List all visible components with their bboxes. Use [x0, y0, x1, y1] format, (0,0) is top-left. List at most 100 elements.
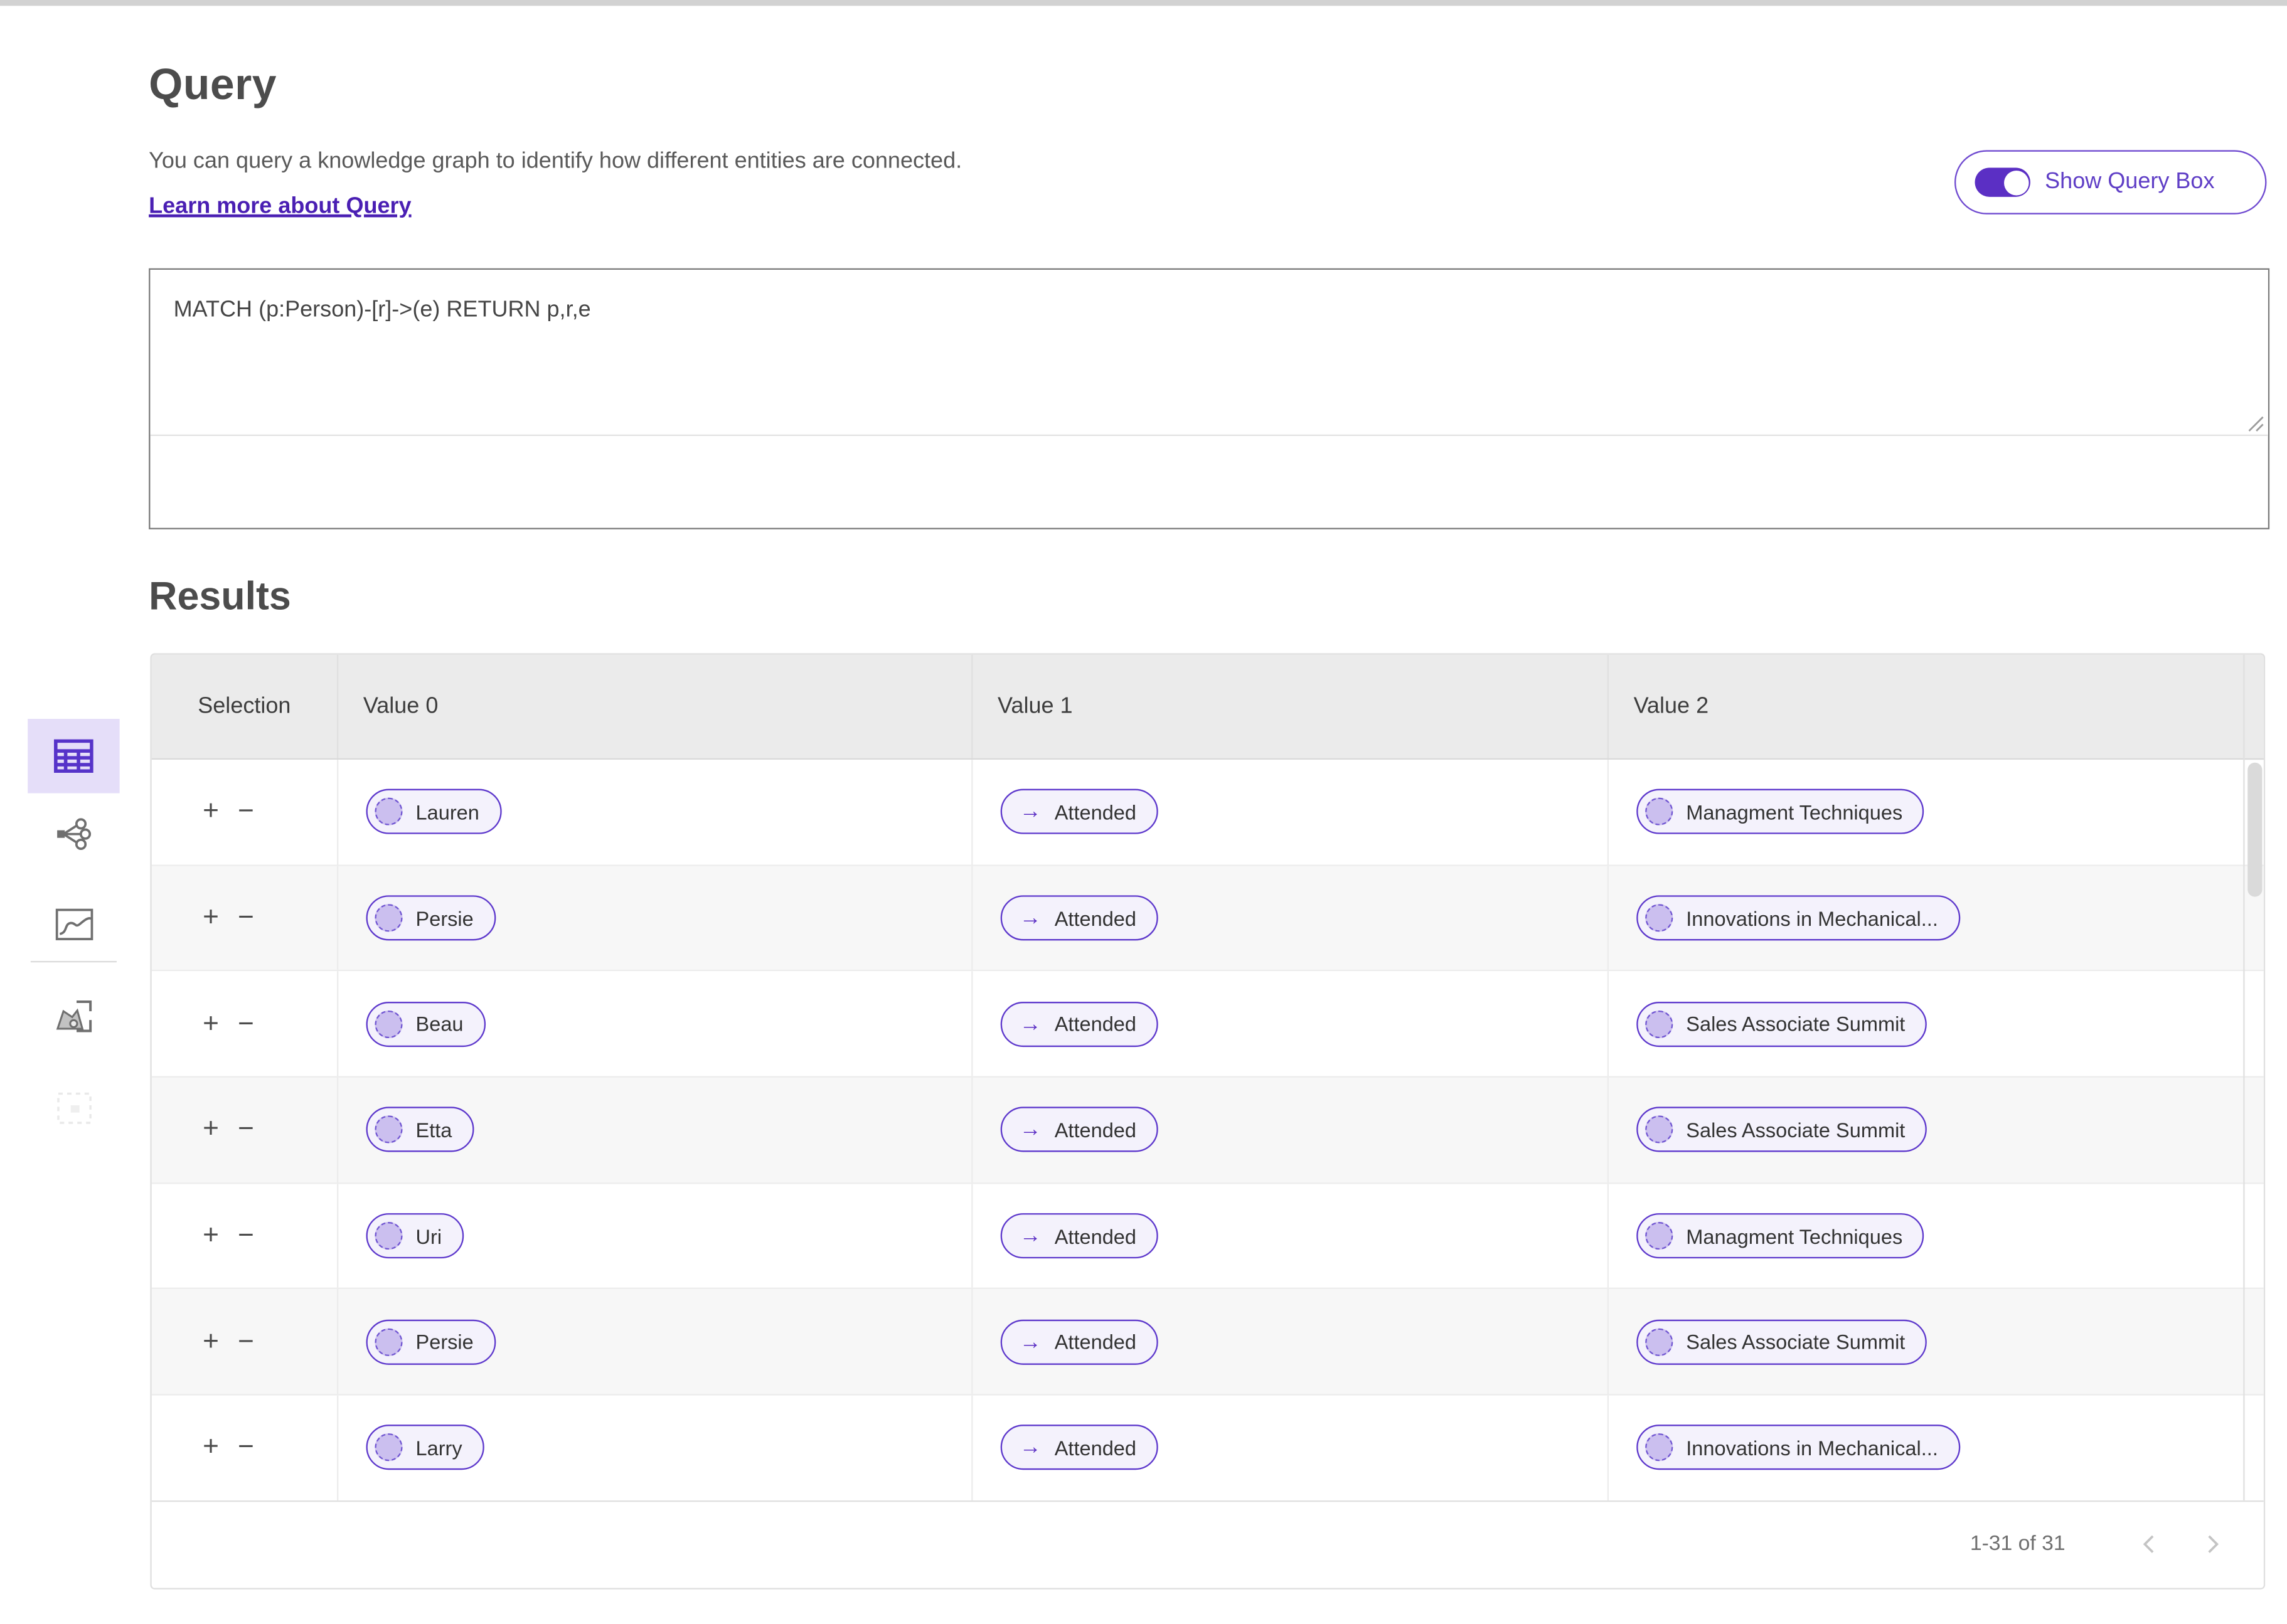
- relationship-label: Attended: [1055, 1224, 1136, 1248]
- entity-label: Managment Techniques: [1686, 1224, 1902, 1248]
- table-body: + − Lauren → Attended Managment Technique…: [152, 760, 2264, 1502]
- chevron-left-icon: [2140, 1533, 2157, 1556]
- entity-pill[interactable]: Beau: [366, 1001, 485, 1046]
- disabled-view-button: [28, 1086, 119, 1130]
- table-row: + − Beau →Attended Sales Associate Summi…: [152, 972, 2264, 1078]
- node-icon: [1645, 904, 1673, 931]
- relationship-pill[interactable]: →Attended: [1001, 1319, 1158, 1364]
- scrollbar-track-header: [2245, 655, 2264, 760]
- node-icon: [375, 1434, 402, 1462]
- query-page: Query You can query a knowledge graph to…: [0, 0, 2287, 1624]
- node-icon: [375, 1116, 402, 1144]
- relationship-pill[interactable]: → Attended: [1001, 1213, 1158, 1258]
- add-selection-button[interactable]: +: [203, 904, 219, 931]
- entity-label: Sales Associate Summit: [1686, 1330, 1905, 1354]
- arrow-right-icon: →: [1020, 1225, 1042, 1247]
- table-view-button[interactable]: [28, 719, 119, 793]
- arrow-right-icon: →: [1020, 801, 1042, 823]
- column-header-value2: Value 2: [1609, 655, 2226, 758]
- top-divider: [0, 0, 2287, 5]
- remove-selection-button[interactable]: −: [238, 904, 254, 931]
- relationship-pill[interactable]: →Attended: [1001, 789, 1158, 834]
- node-icon: [1645, 1222, 1673, 1250]
- entity-label: Innovations in Mechanical...: [1686, 906, 1938, 930]
- export-image-button[interactable]: [28, 994, 119, 1038]
- table-row: + − Uri → Attended Managment Techniques: [152, 1184, 2264, 1290]
- resize-handle-icon[interactable]: [2245, 413, 2264, 439]
- column-header-value0: Value 0: [338, 655, 973, 758]
- pagination-label: 1-31 of 31: [1970, 1533, 2066, 1556]
- add-selection-button[interactable]: +: [203, 798, 219, 825]
- column-header-selection: Selection: [152, 655, 339, 758]
- entity-pill[interactable]: Managment Techniques: [1636, 1213, 1924, 1258]
- remove-selection-button[interactable]: −: [238, 1222, 254, 1250]
- entity-label: Beau: [416, 1012, 464, 1036]
- remove-selection-button[interactable]: −: [238, 1010, 254, 1038]
- entity-pill[interactable]: Uri: [366, 1213, 463, 1258]
- query-input[interactable]: MATCH (p:Person)-[r]->(e) RETURN p,r,e: [150, 270, 2268, 436]
- page-description: You can query a knowledge graph to ident…: [149, 149, 962, 175]
- entity-label: Innovations in Mechanical...: [1686, 1436, 1938, 1460]
- remove-selection-button[interactable]: −: [238, 1328, 254, 1356]
- table-header: Selection Value 0 Value 1 Value 2: [152, 655, 2264, 760]
- remove-selection-button[interactable]: −: [238, 798, 254, 825]
- entity-pill[interactable]: Sales Associate Summit: [1636, 1001, 1927, 1046]
- relationship-label: Attended: [1055, 1118, 1136, 1142]
- node-icon: [375, 1010, 402, 1038]
- add-selection-button[interactable]: +: [203, 1116, 219, 1144]
- relationship-label: Attended: [1055, 1330, 1136, 1354]
- query-box: MATCH (p:Person)-[r]->(e) RETURN p,r,e C…: [149, 268, 2269, 529]
- relationship-pill[interactable]: → Attended: [1001, 895, 1158, 940]
- table-row: + − Persie →Attended Sales Associate Sum…: [152, 1290, 2264, 1396]
- add-selection-button[interactable]: +: [203, 1328, 219, 1356]
- add-selection-button[interactable]: +: [203, 1010, 219, 1038]
- add-selection-button[interactable]: +: [203, 1222, 219, 1250]
- route-view-icon: [55, 908, 92, 940]
- learn-more-link[interactable]: Learn more about Query: [149, 194, 411, 220]
- entity-pill[interactable]: Managment Techniques: [1636, 789, 1924, 834]
- relationship-pill[interactable]: → Attended: [1001, 1107, 1158, 1152]
- entity-pill[interactable]: Larry: [366, 1425, 484, 1470]
- remove-selection-button[interactable]: −: [238, 1116, 254, 1144]
- table-row: + − Larry →Attended Innovations in Mecha…: [152, 1396, 2264, 1502]
- node-icon: [375, 904, 402, 931]
- table-row: + − Etta → Attended Sales Associate Summi…: [152, 1078, 2264, 1184]
- arrow-right-icon: →: [1020, 1119, 1042, 1141]
- relationship-pill[interactable]: →Attended: [1001, 1425, 1158, 1470]
- scrollbar-thumb[interactable]: [2247, 763, 2261, 897]
- node-icon: [1645, 1328, 1673, 1356]
- entity-label: Persie: [416, 1330, 474, 1354]
- selection-cell: + −: [152, 1396, 339, 1500]
- relationship-pill[interactable]: →Attended: [1001, 1001, 1158, 1046]
- chevron-right-icon: [2204, 1533, 2222, 1556]
- relationship-label: Attended: [1055, 1012, 1136, 1036]
- entity-label: Etta: [416, 1118, 452, 1142]
- entity-pill[interactable]: Persie: [366, 895, 495, 940]
- next-page-button[interactable]: [2194, 1526, 2231, 1563]
- entity-label: Persie: [416, 906, 474, 930]
- route-view-button[interactable]: [28, 903, 119, 947]
- entity-label: Managment Techniques: [1686, 800, 1902, 824]
- show-query-box-toggle[interactable]: Show Query Box: [1954, 150, 2266, 214]
- prev-page-button[interactable]: [2130, 1526, 2167, 1563]
- entity-pill[interactable]: Sales Associate Summit: [1636, 1319, 1927, 1364]
- selection-cell: + −: [152, 1290, 339, 1394]
- remove-selection-button[interactable]: −: [238, 1434, 254, 1462]
- graph-view-button[interactable]: [28, 812, 119, 856]
- entity-pill[interactable]: Innovations in Mechanical...: [1636, 1425, 1960, 1470]
- node-icon: [1645, 798, 1673, 825]
- arrow-right-icon: →: [1020, 907, 1042, 929]
- node-icon: [375, 1222, 402, 1250]
- entity-pill[interactable]: Etta: [366, 1107, 474, 1152]
- page-title: Query: [149, 61, 277, 111]
- toggle-switch-icon[interactable]: [1975, 167, 2030, 196]
- add-selection-button[interactable]: +: [203, 1434, 219, 1462]
- node-icon: [1645, 1434, 1673, 1462]
- entity-pill[interactable]: Sales Associate Summit: [1636, 1107, 1927, 1152]
- entity-pill[interactable]: Innovations in Mechanical...: [1636, 895, 1960, 940]
- relationship-label: Attended: [1055, 906, 1136, 930]
- results-table: Selection Value 0 Value 1 Value 2 + − La…: [150, 653, 2265, 1589]
- table-footer: 1-31 of 31: [152, 1500, 2264, 1588]
- entity-pill[interactable]: Persie: [366, 1319, 495, 1364]
- entity-pill[interactable]: Lauren: [366, 789, 501, 834]
